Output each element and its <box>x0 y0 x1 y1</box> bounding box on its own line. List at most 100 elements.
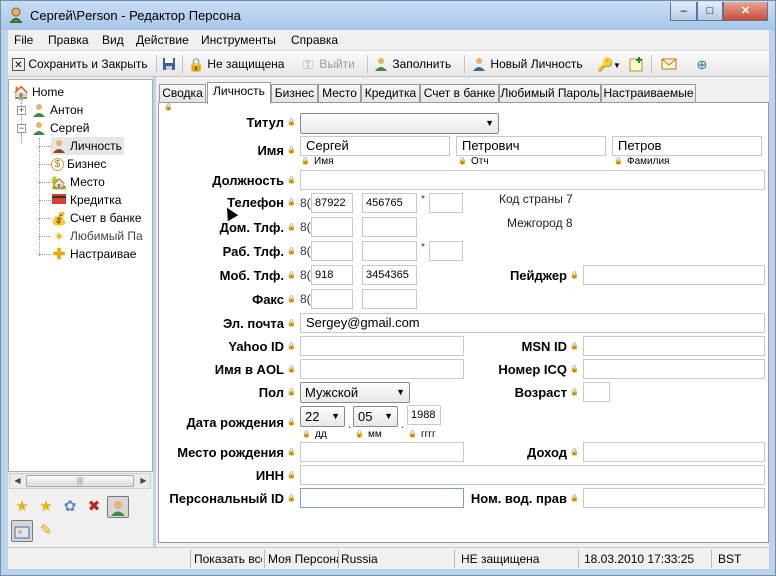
license-lock-icon[interactable]: 🔒 <box>570 494 579 503</box>
exit-button[interactable]: ⚿ Выйти <box>300 54 355 74</box>
collapse-sergey-toggle[interactable]: − <box>17 124 26 133</box>
phone-lock-icon[interactable]: 🔒 <box>287 198 296 207</box>
lock-icon[interactable]: 🔒 <box>164 103 173 112</box>
yahoo-input[interactable] <box>300 336 464 356</box>
menu-view[interactable]: Вид <box>102 33 124 47</box>
income-input[interactable] <box>583 442 765 462</box>
tree-item-bank-account[interactable]: 💰 Счет в банке <box>51 209 142 227</box>
save-button[interactable] <box>161 54 177 74</box>
home-phone-code-input[interactable] <box>311 217 353 237</box>
home-phone-lock-icon[interactable]: 🔒 <box>287 223 296 232</box>
tab-summary[interactable]: Сводка <box>159 84 206 103</box>
income-lock-icon[interactable]: 🔒 <box>570 448 579 457</box>
birth-date-lock-icon[interactable]: 🔒 <box>287 418 296 427</box>
first-name-input[interactable]: Сергей <box>300 136 450 156</box>
age-lock-icon[interactable]: 🔒 <box>570 388 579 397</box>
save-close-button[interactable]: ✕ Сохранить и Закрыть <box>12 54 148 74</box>
age-input[interactable] <box>583 382 610 402</box>
fill-button[interactable]: Заполнить <box>373 54 451 74</box>
favorites-star-icon[interactable]: ★ <box>11 496 33 518</box>
pager-lock-icon[interactable]: 🔒 <box>570 271 579 280</box>
add-button[interactable] <box>628 54 644 74</box>
day-lock-icon[interactable]: 🔒 <box>302 430 311 439</box>
fax-lock-icon[interactable]: 🔒 <box>287 295 296 304</box>
keys-dropdown-button[interactable]: 🔑▼ <box>597 54 621 74</box>
email-lock-icon[interactable]: 🔒 <box>287 319 296 328</box>
inn-lock-icon[interactable]: 🔒 <box>287 471 296 480</box>
menu-tools[interactable]: Инструменты <box>201 33 276 47</box>
tree-item-place[interactable]: 🏡 Место <box>51 173 105 191</box>
tree-item-credit-card[interactable]: Кредитка <box>51 191 121 209</box>
name-lock-icon[interactable]: 🔒 <box>287 146 296 155</box>
work-phone-ext-input[interactable] <box>429 241 463 261</box>
phone-number-input[interactable]: 456765 <box>362 193 417 213</box>
people-icon[interactable]: ✿ <box>59 496 81 518</box>
icq-input[interactable] <box>583 359 765 379</box>
menu-file[interactable]: File <box>14 33 33 47</box>
last-name-input[interactable]: Петров <box>612 136 762 156</box>
new-person-button[interactable]: Новый Личность <box>471 54 583 74</box>
notes-icon[interactable]: ✎ <box>35 520 57 542</box>
tree-item-personality[interactable]: Личность <box>51 137 124 155</box>
month-lock-icon[interactable]: 🔒 <box>355 430 364 439</box>
birth-year-input[interactable]: 1988 <box>407 405 441 425</box>
fax-number-input[interactable] <box>362 289 417 309</box>
tree-item-favorite-password[interactable]: ✶ Любимый Па <box>51 227 143 245</box>
maximize-button[interactable]: □ <box>697 2 723 21</box>
fax-code-input[interactable] <box>311 289 353 309</box>
tree-item-sergey[interactable]: Сергей <box>31 119 90 137</box>
license-input[interactable] <box>583 488 765 508</box>
mobile-lock-icon[interactable]: 🔒 <box>287 271 296 280</box>
phone-ext-input[interactable] <box>429 193 463 213</box>
personal-id-input[interactable] <box>300 488 464 508</box>
birthplace-input[interactable] <box>300 442 464 462</box>
icq-lock-icon[interactable]: 🔒 <box>570 365 579 374</box>
gender-select[interactable]: Мужской ▼ <box>300 382 410 403</box>
tree-item-custom[interactable]: ✚ Настраивае <box>51 245 137 263</box>
mobile-number-input[interactable]: 3454365 <box>362 265 417 285</box>
mail-button[interactable] <box>661 54 677 74</box>
work-phone-lock-icon[interactable]: 🔒 <box>287 247 296 256</box>
tab-business[interactable]: Бизнес <box>271 84 318 103</box>
yahoo-lock-icon[interactable]: 🔒 <box>287 342 296 351</box>
protection-button[interactable]: 🔒 Не защищена <box>188 54 284 74</box>
close-button[interactable]: ✕ <box>723 2 768 21</box>
menu-edit[interactable]: Правка <box>48 33 89 47</box>
work-phone-code-input[interactable] <box>311 241 353 261</box>
title-select[interactable]: ▼ <box>300 113 499 134</box>
expand-anton-toggle[interactable]: + <box>17 106 26 115</box>
birth-month-select[interactable]: 05 ▼ <box>353 406 398 427</box>
tree-item-home[interactable]: 🏠 Home <box>13 83 64 101</box>
tab-personality[interactable]: Личность <box>207 82 271 104</box>
last-name-lock-icon[interactable]: 🔒 <box>614 157 623 166</box>
tab-credit-card[interactable]: Кредитка <box>361 84 420 103</box>
phone-code-input[interactable]: 87922 <box>311 193 353 213</box>
star-icon[interactable]: ★ <box>35 496 57 518</box>
scroll-left-arrow[interactable]: ◀ <box>10 474 25 488</box>
tab-place[interactable]: Место <box>318 84 361 103</box>
personal-id-lock-icon[interactable]: 🔒 <box>287 494 296 503</box>
gender-lock-icon[interactable]: 🔒 <box>287 388 296 397</box>
menu-action[interactable]: Действие <box>136 33 189 47</box>
msn-lock-icon[interactable]: 🔒 <box>570 342 579 351</box>
delete-icon[interactable]: ✖ <box>83 496 105 518</box>
tree-horizontal-scrollbar[interactable]: ◀ ||| ▶ <box>9 473 151 489</box>
position-input[interactable] <box>300 170 765 190</box>
birth-day-select[interactable]: 22 ▼ <box>300 406 345 427</box>
card-view-icon[interactable] <box>11 520 33 542</box>
aol-lock-icon[interactable]: 🔒 <box>287 365 296 374</box>
tree-item-business[interactable]: $ Бизнес <box>51 155 106 173</box>
year-lock-icon[interactable]: 🔒 <box>408 430 417 439</box>
aol-input[interactable] <box>300 359 464 379</box>
home-phone-number-input[interactable] <box>362 217 417 237</box>
middle-name-lock-icon[interactable]: 🔒 <box>458 157 467 166</box>
menu-help[interactable]: Справка <box>291 33 338 47</box>
tab-bank-account[interactable]: Счет в банке <box>420 84 499 103</box>
scroll-thumb[interactable]: ||| <box>26 475 134 487</box>
email-input[interactable]: Sergey@gmail.com <box>300 313 765 333</box>
person-view-icon[interactable] <box>107 496 129 518</box>
title-lock-icon[interactable]: 🔒 <box>287 118 296 127</box>
status-show-all[interactable]: Показать все <box>194 550 262 568</box>
birthplace-lock-icon[interactable]: 🔒 <box>287 448 296 457</box>
position-lock-icon[interactable]: 🔒 <box>287 176 296 185</box>
